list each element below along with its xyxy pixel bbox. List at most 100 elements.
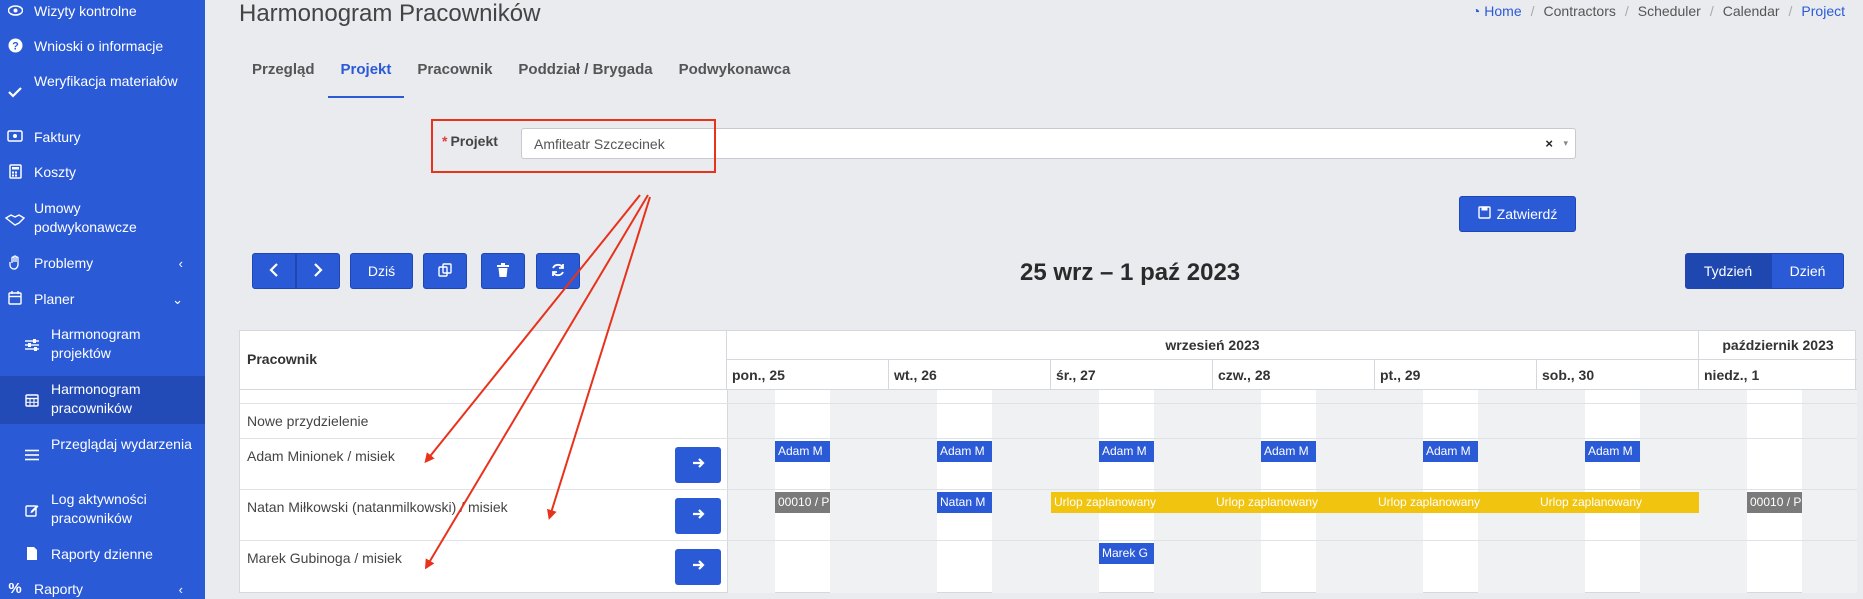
row-action-button[interactable] <box>675 549 721 585</box>
breadcrumb-contractors[interactable]: Contractors <box>1544 3 1616 19</box>
sidebar-item-label: Harmonogram projektów <box>51 326 141 361</box>
sidebar-item-raporty[interactable]: % Raporty ‹ <box>0 580 205 599</box>
sidebar-item-przegladaj[interactable]: Przeglądaj wydarzenia <box>0 435 205 475</box>
schedule-event[interactable]: Marek G <box>1099 543 1154 564</box>
breadcrumb-separator: / <box>1788 3 1793 19</box>
month-header: wrzesień 2023 <box>727 331 1699 360</box>
schedule-event[interactable]: Adam M <box>775 441 830 462</box>
day-header: czw., 28 <box>1213 360 1375 390</box>
breadcrumb-scheduler[interactable]: Scheduler <box>1638 3 1701 19</box>
resource-label: Adam Minionek / misiek <box>247 448 395 464</box>
tab-pracownik[interactable]: Pracownik <box>404 50 505 98</box>
day-header: sob., 30 <box>1537 360 1699 390</box>
chevron-down-icon: ⌄ <box>172 292 183 307</box>
sidebar-item-umowy[interactable]: Umowy podwykonawcze <box>0 199 205 239</box>
breadcrumb-project[interactable]: Project <box>1801 3 1845 19</box>
calendar-title: 25 wrz – 1 paź 2023 <box>1020 259 1241 286</box>
schedule-event[interactable]: Adam M <box>1261 441 1316 462</box>
chevron-left-icon: ‹ <box>178 256 183 271</box>
resource-label: Natan Miłkowski (natanmilkowski) / misie… <box>247 499 508 515</box>
sidebar-item-label: Harmonogram pracowników <box>51 381 141 416</box>
vacation-event[interactable]: Urlop zaplanowany <box>1375 492 1537 513</box>
sidebar-item-label: Problemy <box>34 255 94 271</box>
sidebar-item-faktury[interactable]: Faktury <box>0 128 205 150</box>
sidebar-item-harmonogram-projektow[interactable]: Harmonogram projektów <box>0 325 205 365</box>
main-content: Harmonogram Pracowników ◔ Home / Contrac… <box>205 0 1863 599</box>
breadcrumb-home[interactable]: ◔ Home <box>1472 3 1522 19</box>
svg-text:?: ? <box>12 40 19 52</box>
list-icon <box>24 447 40 463</box>
vacation-event[interactable]: Urlop zaplanowany <box>1051 492 1213 513</box>
sidebar-item-label: Umowy podwykonawcze <box>34 200 137 235</box>
sidebar: Wizyty kontrolne ? Wnioski o informacje … <box>0 0 205 599</box>
chevron-left-icon: ‹ <box>178 582 183 597</box>
schedule-event[interactable]: Adam M <box>937 441 992 462</box>
sidebar-item-planer[interactable]: Planer ⌄ <box>0 290 205 312</box>
arrow-right-icon <box>692 507 705 525</box>
day-header: pt., 29 <box>1375 360 1537 390</box>
sidebar-item-label: Weryfikacja materiałów <box>34 73 178 89</box>
breadcrumb-separator: / <box>1624 3 1629 19</box>
tab-przeglad[interactable]: Przegląd <box>239 50 328 98</box>
tab-poddzial[interactable]: Poddział / Brygada <box>505 50 665 98</box>
arrow-right-icon <box>692 456 705 474</box>
view-day-button[interactable]: Dzień <box>1771 253 1844 289</box>
question-icon: ? <box>7 37 23 53</box>
vacation-event[interactable]: Urlop zaplanowany <box>1213 492 1375 513</box>
tabs: Przegląd Projekt Pracownik Poddział / Br… <box>239 50 803 98</box>
tab-podwykonawca[interactable]: Podwykonawca <box>666 50 804 98</box>
sidebar-item-wizyty[interactable]: Wizyty kontrolne <box>0 2 205 24</box>
sidebar-item-harmonogram-pracownikow[interactable]: Harmonogram pracowników <box>0 376 205 424</box>
eye-icon <box>7 2 23 18</box>
tab-projekt[interactable]: Projekt <box>327 50 405 98</box>
sidebar-item-wnioski[interactable]: ? Wnioski o informacje <box>0 37 205 59</box>
prev-button[interactable] <box>252 253 296 289</box>
hand-icon <box>7 254 23 270</box>
schedule-event[interactable]: Adam M <box>1423 441 1478 462</box>
schedule-event[interactable]: Adam M <box>1099 441 1154 462</box>
sidebar-item-label: Przeglądaj wydarzenia <box>51 436 192 452</box>
day-header: niedz., 1 <box>1699 360 1857 390</box>
sidebar-item-label: Log aktywności pracowników <box>51 491 147 526</box>
sidebar-item-label: Raporty dzienne <box>51 546 153 562</box>
money-icon <box>7 128 23 144</box>
confirm-button[interactable]: Zatwierdź <box>1459 196 1576 232</box>
sidebar-item-log[interactable]: Log aktywności pracowników <box>0 490 205 530</box>
sidebar-item-problemy[interactable]: Problemy ‹ <box>0 254 205 276</box>
schedule-event[interactable]: 00010 / P <box>1747 492 1802 513</box>
clear-icon[interactable]: × <box>1545 136 1553 151</box>
chevron-down-icon[interactable]: ▾ <box>1563 138 1568 149</box>
calendar-grid-icon <box>24 392 40 408</box>
row-action-button[interactable] <box>675 498 721 534</box>
copy-icon <box>438 262 452 280</box>
document-icon <box>24 545 40 561</box>
copy-button[interactable] <box>423 253 467 289</box>
sidebar-item-label: Koszty <box>34 164 77 180</box>
schedule-event[interactable]: 00010 / P <box>775 492 830 513</box>
breadcrumb-calendar[interactable]: Calendar <box>1723 3 1780 19</box>
sidebar-item-koszty[interactable]: Koszty <box>0 163 205 185</box>
sidebar-item-raporty-dzienne[interactable]: Raporty dzienne <box>0 545 205 567</box>
view-week-button[interactable]: Tydzień <box>1685 253 1771 289</box>
calendar-icon <box>7 290 23 306</box>
breadcrumb: ◔ Home / Contractors / Scheduler / Calen… <box>1472 3 1845 19</box>
sidebar-item-weryfikacja[interactable]: Weryfikacja materiałów <box>0 72 205 112</box>
row-action-button[interactable] <box>675 447 721 483</box>
month-header: październik 2023 <box>1699 331 1857 360</box>
page-title: Harmonogram Pracowników <box>239 0 541 27</box>
dashboard-icon: ◔ <box>1471 3 1485 19</box>
delete-button[interactable] <box>481 253 525 289</box>
next-button[interactable] <box>296 253 340 289</box>
schedule-event[interactable]: Natan M <box>937 492 992 513</box>
vacation-event[interactable]: Urlop zaplanowany <box>1537 492 1699 513</box>
today-button[interactable]: Dziś <box>350 253 413 289</box>
schedule-event[interactable]: Adam M <box>1585 441 1640 462</box>
percent-icon: % <box>8 579 22 597</box>
chevron-right-icon <box>313 262 323 280</box>
resource-row: Nowe przydzielenie <box>240 404 1857 439</box>
handshake-icon <box>5 211 25 227</box>
resource-header: Pracownik <box>240 331 727 390</box>
breadcrumb-home-label: Home <box>1484 3 1522 19</box>
sidebar-item-label: Planer <box>34 291 75 307</box>
refresh-button[interactable] <box>536 253 580 289</box>
